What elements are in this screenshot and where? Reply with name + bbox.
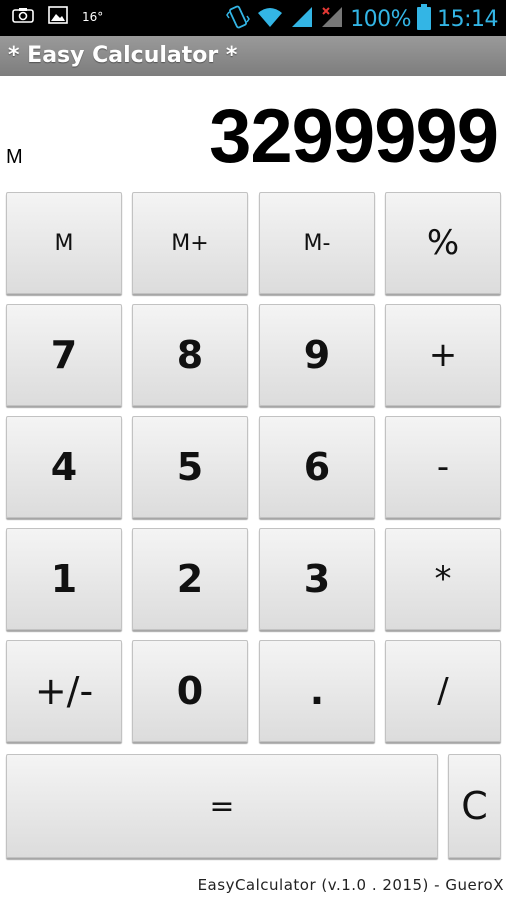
- memory-recall-button[interactable]: M: [6, 192, 122, 294]
- screenshot-icon: [12, 7, 34, 27]
- status-bar-left: 16°: [12, 6, 103, 28]
- battery-percent-text: 100%: [350, 6, 412, 32]
- digit-4-button[interactable]: 4: [6, 416, 122, 518]
- digit-0-button[interactable]: 0: [132, 640, 248, 742]
- signal-icon: [290, 5, 314, 33]
- signal-no-data-icon: [320, 5, 344, 33]
- status-bar-right: 100% 15:14: [226, 4, 498, 34]
- clear-button[interactable]: C: [448, 754, 501, 858]
- memory-add-button[interactable]: M+: [132, 192, 248, 294]
- vibrate-icon: [226, 4, 251, 34]
- digit-5-button[interactable]: 5: [132, 416, 248, 518]
- status-bar: 16° 100% 15:14: [0, 0, 506, 36]
- decimal-point-button[interactable]: .: [259, 640, 375, 742]
- version-footer: EasyCalculator (v.1.0 . 2015) - GueroX: [197, 876, 504, 894]
- image-icon: [48, 6, 68, 28]
- app-title-bar: * Easy Calculator *: [0, 36, 506, 76]
- digit-9-button[interactable]: 9: [259, 304, 375, 406]
- digit-2-button[interactable]: 2: [132, 528, 248, 630]
- subtract-button[interactable]: -: [385, 416, 501, 518]
- battery-icon: [417, 4, 432, 34]
- digit-3-button[interactable]: 3: [259, 528, 375, 630]
- clock-text: 15:14: [437, 6, 498, 32]
- wifi-icon: [256, 5, 284, 33]
- memory-subtract-button[interactable]: M-: [259, 192, 375, 294]
- equals-button[interactable]: =: [6, 754, 438, 858]
- add-button[interactable]: +: [385, 304, 501, 406]
- digit-1-button[interactable]: 1: [6, 528, 122, 630]
- plus-minus-button[interactable]: +/-: [6, 640, 122, 742]
- divide-button[interactable]: /: [385, 640, 501, 742]
- digit-6-button[interactable]: 6: [259, 416, 375, 518]
- display-value: 3299999: [209, 94, 499, 179]
- percent-button[interactable]: %: [385, 192, 501, 294]
- multiply-button[interactable]: *: [385, 528, 501, 630]
- memory-indicator: M: [6, 146, 23, 168]
- temperature-text: 16°: [82, 10, 104, 24]
- digit-8-button[interactable]: 8: [132, 304, 248, 406]
- digit-7-button[interactable]: 7: [6, 304, 122, 406]
- app-title: * Easy Calculator *: [8, 43, 238, 68]
